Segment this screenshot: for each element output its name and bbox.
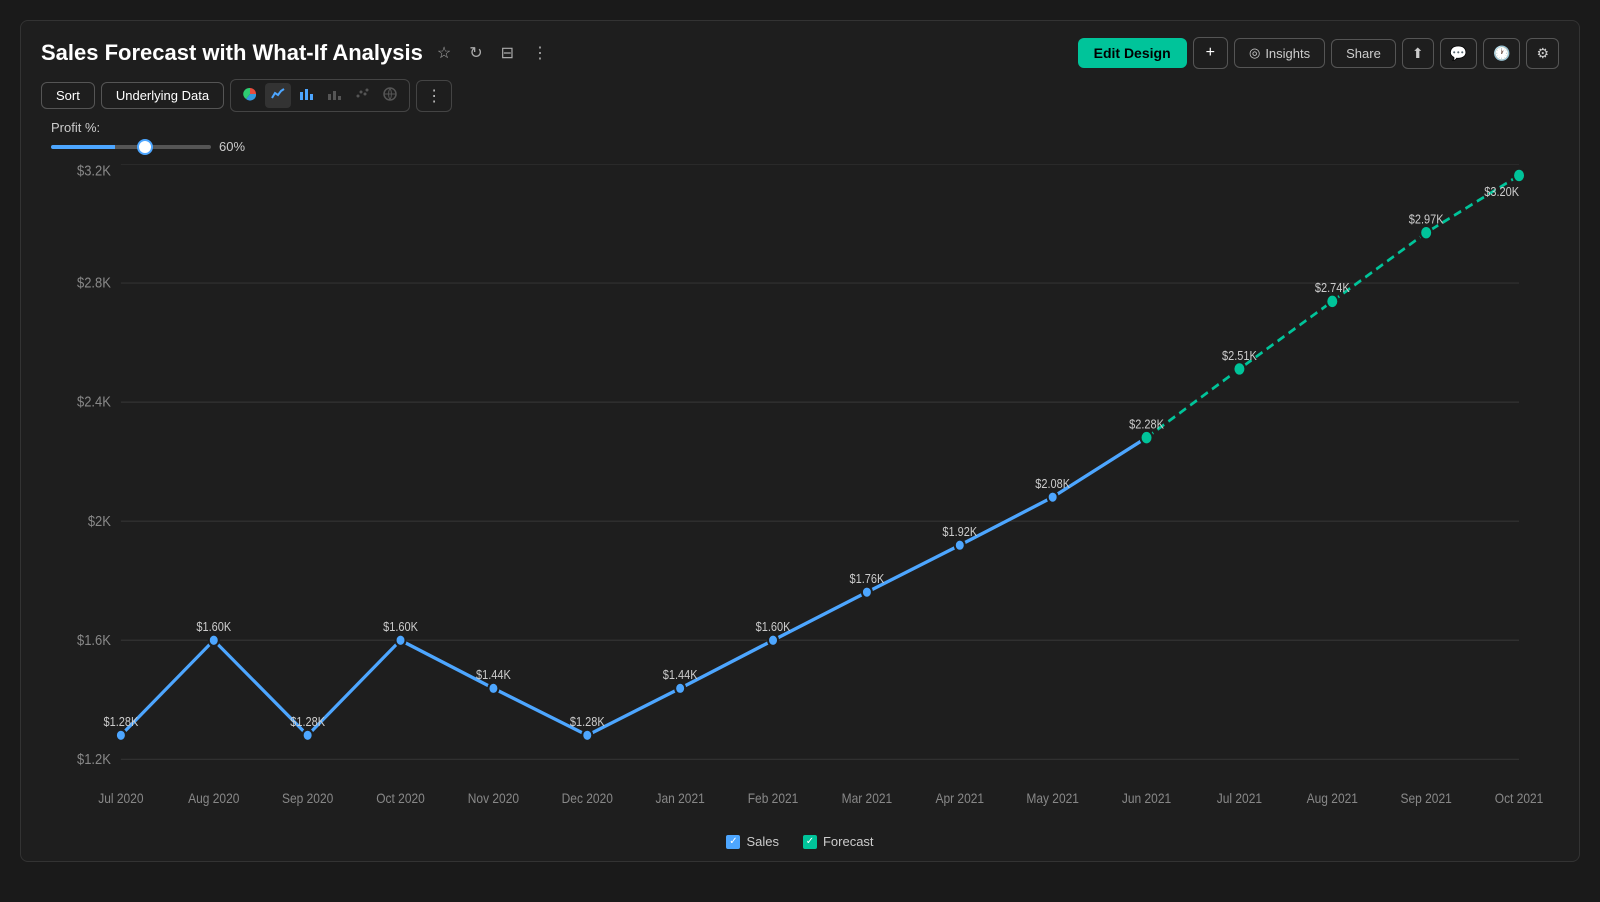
profit-slider[interactable] — [51, 145, 211, 149]
svg-text:$1.44K: $1.44K — [476, 667, 511, 682]
slider-container: 60% — [51, 139, 1559, 154]
share-button[interactable]: Share — [1331, 39, 1396, 68]
svg-text:$2.8K: $2.8K — [77, 274, 112, 291]
toolbar-row: Sort Underlying Data — [41, 79, 1559, 112]
forecast-legend-label: Forecast — [823, 834, 874, 849]
sort-button[interactable]: Sort — [41, 82, 95, 109]
svg-text:$1.6K: $1.6K — [77, 631, 112, 648]
profit-value: 60% — [219, 139, 259, 154]
svg-text:Mar 2021: Mar 2021 — [842, 790, 893, 806]
svg-text:Jun 2021: Jun 2021 — [1122, 790, 1171, 806]
save-icon-button[interactable]: ⊟ — [497, 39, 518, 67]
svg-text:$2.4K: $2.4K — [77, 393, 112, 410]
comment-button[interactable]: 💬 — [1440, 38, 1477, 69]
sales-point-dec2020[interactable] — [582, 730, 592, 741]
forecast-point-aug2021[interactable] — [1326, 295, 1338, 309]
more-icon-button[interactable]: ⋮ — [528, 39, 552, 67]
stacked-bar-icon[interactable] — [321, 83, 347, 108]
svg-text:$3.2K: $3.2K — [77, 164, 112, 179]
svg-text:Oct 2020: Oct 2020 — [376, 790, 425, 806]
svg-text:$2K: $2K — [88, 512, 112, 529]
forecast-point-oct2021[interactable] — [1513, 169, 1525, 183]
chart-title: Sales Forecast with What-If Analysis — [41, 40, 423, 66]
insights-button[interactable]: ◎ Insights — [1234, 38, 1325, 68]
line-chart-icon[interactable] — [265, 83, 291, 108]
svg-text:$2.74K: $2.74K — [1315, 280, 1350, 295]
svg-text:$1.92K: $1.92K — [942, 524, 977, 539]
svg-text:Oct 2021: Oct 2021 — [1495, 790, 1544, 806]
svg-text:$2.97K: $2.97K — [1409, 212, 1444, 227]
svg-text:Sep 2020: Sep 2020 — [282, 790, 333, 806]
scatter-icon[interactable] — [349, 83, 375, 108]
sales-point-mar2021[interactable] — [862, 586, 872, 597]
svg-text:Sep 2021: Sep 2021 — [1401, 790, 1452, 806]
sales-point-apr2021[interactable] — [955, 540, 965, 551]
star-icon-button[interactable]: ☆ — [433, 39, 455, 67]
sales-point-nov2020[interactable] — [488, 683, 498, 694]
sales-point-jan2021[interactable] — [675, 683, 685, 694]
chart-type-selector — [230, 79, 410, 112]
underlying-data-button[interactable]: Underlying Data — [101, 82, 224, 109]
svg-text:$2.08K: $2.08K — [1035, 476, 1070, 491]
insights-label: Insights — [1265, 46, 1310, 61]
settings-button[interactable]: ⚙ — [1526, 38, 1559, 69]
pie-chart-icon[interactable] — [237, 83, 263, 108]
svg-text:$2.51K: $2.51K — [1222, 348, 1257, 363]
svg-text:$1.2K: $1.2K — [77, 750, 112, 767]
svg-text:$1.28K: $1.28K — [570, 714, 605, 729]
svg-text:$1.44K: $1.44K — [663, 667, 698, 682]
main-chart-svg: $1.2K $1.6K $2K $2.4K $2.8K $3.2K Jul 20… — [41, 164, 1559, 828]
svg-text:$1.60K: $1.60K — [756, 619, 791, 634]
sales-legend-label: Sales — [746, 834, 779, 849]
schedule-button[interactable]: 🕐 — [1483, 38, 1520, 69]
profit-label: Profit %: — [51, 120, 1559, 135]
insights-icon: ◎ — [1249, 45, 1260, 61]
sales-checkbox[interactable]: ✓ — [726, 835, 740, 849]
sales-point-may2021[interactable] — [1048, 491, 1058, 502]
title-area: Sales Forecast with What-If Analysis ☆ ↻… — [41, 39, 552, 67]
sales-point-jul2020[interactable] — [116, 730, 126, 741]
svg-text:$1.60K: $1.60K — [196, 619, 231, 634]
forecast-checkbox[interactable]: ✓ — [803, 835, 817, 849]
refresh-icon-button[interactable]: ↻ — [465, 39, 486, 67]
svg-text:$1.28K: $1.28K — [290, 714, 325, 729]
svg-text:Jan 2021: Jan 2021 — [656, 790, 705, 806]
svg-text:$3.20K: $3.20K — [1484, 184, 1519, 199]
svg-text:$1.60K: $1.60K — [383, 619, 418, 634]
svg-text:Feb 2021: Feb 2021 — [748, 790, 799, 806]
map-icon[interactable] — [377, 83, 403, 108]
svg-text:Dec 2020: Dec 2020 — [562, 790, 613, 806]
sales-point-feb2021[interactable] — [768, 635, 778, 646]
toolbar-more-button[interactable]: ⋮ — [416, 80, 452, 112]
chart-container: $1.2K $1.6K $2K $2.4K $2.8K $3.2K Jul 20… — [41, 164, 1559, 828]
sales-point-sep2020[interactable] — [303, 730, 313, 741]
edit-design-button[interactable]: Edit Design — [1078, 38, 1187, 68]
svg-text:$1.28K: $1.28K — [104, 714, 139, 729]
sales-point-aug2020[interactable] — [209, 635, 219, 646]
svg-text:Nov 2020: Nov 2020 — [468, 790, 519, 806]
sales-point-oct2020[interactable] — [396, 635, 406, 646]
add-button[interactable]: + — [1193, 37, 1228, 69]
profit-slider-area: Profit %: 60% — [51, 120, 1559, 154]
legend-forecast[interactable]: ✓ Forecast — [803, 834, 874, 849]
svg-text:May 2021: May 2021 — [1026, 790, 1079, 806]
forecast-point-jun2021[interactable] — [1141, 431, 1153, 445]
bar-chart-icon[interactable] — [293, 83, 319, 108]
upload-button[interactable]: ⬆ — [1402, 38, 1434, 69]
svg-text:Apr 2021: Apr 2021 — [935, 790, 984, 806]
right-actions: Edit Design + ◎ Insights Share ⬆ 💬 🕐 ⚙ — [1078, 37, 1559, 69]
svg-text:Jul 2021: Jul 2021 — [1217, 790, 1262, 806]
legend-row: ✓ Sales ✓ Forecast — [41, 834, 1559, 849]
svg-text:$2.28K: $2.28K — [1129, 417, 1164, 432]
header-row: Sales Forecast with What-If Analysis ☆ ↻… — [41, 37, 1559, 69]
svg-text:$1.76K: $1.76K — [850, 571, 885, 586]
forecast-point-sep2021[interactable] — [1420, 226, 1432, 240]
svg-text:Jul 2020: Jul 2020 — [98, 790, 143, 806]
legend-sales[interactable]: ✓ Sales — [726, 834, 779, 849]
forecast-point-jul2021[interactable] — [1233, 362, 1245, 376]
svg-text:Aug 2020: Aug 2020 — [188, 790, 239, 806]
svg-text:Aug 2021: Aug 2021 — [1307, 790, 1358, 806]
